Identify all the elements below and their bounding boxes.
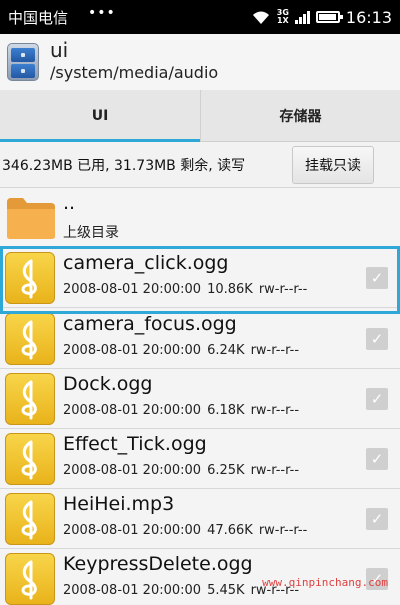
music-note-icon [5,313,55,365]
file-permissions: rw-r--r-- [250,403,300,418]
wifi-icon [252,11,269,24]
parent-directory-name: .. [63,192,76,214]
status-bar: 中国电信 ••• 3G 1X 16:13 [0,0,400,34]
watermark: www.qinpinchang.com [262,576,388,589]
file-manager-icon[interactable] [7,43,39,81]
file-meta: 2008-08-01 20:00:00 6.18K rw-r--r-- [63,403,299,418]
file-name: Dock.ogg [63,373,153,395]
file-size: 47.66K [207,523,253,538]
row-checkbox[interactable]: ✓ [366,448,388,470]
carrier-label: 中国电信 [8,9,69,27]
file-size: 10.86K [207,282,253,297]
row-checkbox[interactable]: ✓ [366,328,388,350]
file-meta: 2008-08-01 20:00:00 10.86K rw-r--r-- [63,282,307,297]
music-note-icon [5,553,55,605]
file-name: Effect_Tick.ogg [63,433,207,455]
file-permissions: rw-r--r-- [258,282,308,297]
check-icon: ✓ [370,330,384,348]
title-bar: ui /system/media/audio [0,34,400,90]
file-meta: 2008-08-01 20:00:00 47.66K rw-r--r-- [63,523,307,538]
file-permissions: rw-r--r-- [250,463,300,478]
music-note-icon [5,493,55,545]
parent-directory-row[interactable]: .. 上级目录 [0,188,400,248]
file-date: 2008-08-01 20:00:00 [63,403,202,418]
tab-storage[interactable]: 存储器 [200,90,400,142]
file-date: 2008-08-01 20:00:00 [63,343,202,358]
check-icon: ✓ [370,390,384,408]
file-row[interactable]: Dock.ogg 2008-08-01 20:00:00 6.18K rw-r--r… [0,369,400,429]
mount-readonly-button[interactable]: 挂载只读 [292,146,374,184]
file-size: 6.25K [207,463,245,478]
network-type: 3G 1X [277,9,289,25]
clock: 16:13 [345,7,392,27]
file-permissions: rw-r--r-- [258,523,308,538]
file-date: 2008-08-01 20:00:00 [63,282,202,297]
file-date: 2008-08-01 20:00:00 [63,523,202,538]
storage-info-bar: 346.23MB 已用, 31.73MB 剩余, 读写 挂载只读 [0,142,400,188]
check-icon: ✓ [370,269,384,287]
tab-bar: UI 存储器 [0,90,400,143]
file-date: 2008-08-01 20:00:00 [63,583,202,598]
file-permissions: rw-r--r-- [250,343,300,358]
file-size: 6.24K [207,343,245,358]
row-checkbox[interactable]: ✓ [366,508,388,530]
battery-icon [315,11,343,23]
file-size: 6.18K [207,403,245,418]
file-name: HeiHei.mp3 [63,493,175,515]
music-note-icon [5,373,55,425]
folder-icon [7,198,55,239]
current-path: /system/media/audio [50,63,219,82]
file-row[interactable]: HeiHei.mp3 2008-08-01 20:00:00 47.66K rw-r… [0,489,400,549]
network-type-bottom: 1X [276,16,289,25]
file-name: camera_focus.ogg [63,313,237,335]
file-meta: 2008-08-01 20:00:00 6.25K rw-r--r-- [63,463,299,478]
file-meta: 2008-08-01 20:00:00 6.24K rw-r--r-- [63,343,299,358]
file-name: camera_click.ogg [63,252,229,274]
signal-icon [294,10,310,24]
tab-ui[interactable]: UI [0,90,200,143]
row-checkbox[interactable]: ✓ [366,267,388,289]
notification-dots: ••• [88,5,116,21]
file-size: 5.45K [207,583,245,598]
file-list: .. 上级目录 camera_click.ogg 2008-08-01 20:0… [0,188,400,605]
music-note-icon [5,433,55,485]
page-title: ui [50,38,69,62]
file-date: 2008-08-01 20:00:00 [63,463,202,478]
parent-directory-label: 上级目录 [63,225,119,241]
music-note-icon [5,252,55,304]
file-row[interactable]: Effect_Tick.ogg 2008-08-01 20:00:00 6.25K… [0,429,400,489]
storage-usage-text: 346.23MB 已用, 31.73MB 剩余, 读写 [2,158,246,174]
file-name: KeypressDelete.ogg [63,553,253,575]
check-icon: ✓ [370,510,384,528]
file-row[interactable]: camera_click.ogg 2008-08-01 20:00:00 10.8… [0,246,400,314]
file-row[interactable]: camera_focus.ogg 2008-08-01 20:00:00 6.24… [0,309,400,369]
check-icon: ✓ [370,450,384,468]
row-checkbox[interactable]: ✓ [366,388,388,410]
